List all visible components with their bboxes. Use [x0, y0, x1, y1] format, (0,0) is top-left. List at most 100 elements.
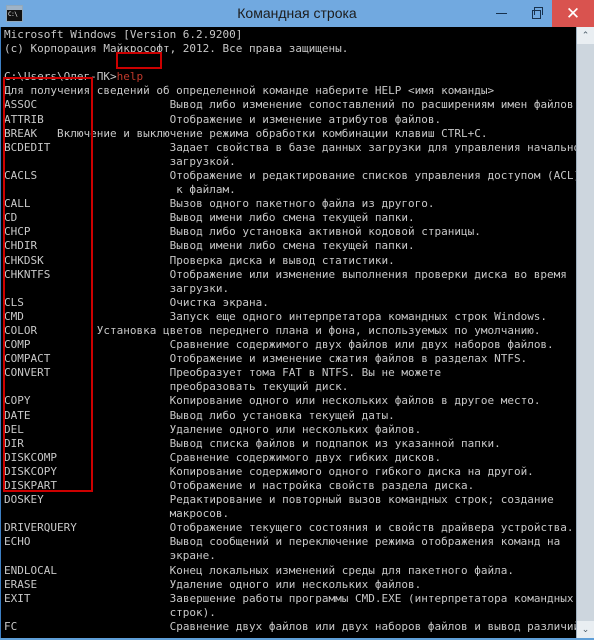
- command-row: COMPACT Отображение и изменение сжатия ф…: [4, 352, 576, 366]
- command-row: CLS Очистка экрана.: [4, 296, 576, 310]
- command-description: Установка цветов переднего плана и фона,…: [37, 323, 541, 337]
- command-description: Отображение текущего состояния и свойств…: [76, 521, 574, 535]
- command-row: DISKPART Отображение и настройка свойств…: [4, 479, 576, 493]
- command-prompt-window: C:\ Командная строка ✕ Microsoft Windows…: [0, 0, 594, 640]
- command-name: DIR: [4, 436, 24, 450]
- command-description: Редактирование и повторный вызов командн…: [43, 493, 554, 507]
- command-description-cont: к файлам.: [4, 183, 236, 197]
- command-row: EXIT Завершение работы программы CMD.EXE…: [4, 592, 576, 606]
- command-description: Удаление одного или нескольких файлов.: [23, 422, 422, 436]
- command-row: CACLS Отображение и редактирование списк…: [4, 169, 576, 183]
- command-description: Сравнение двух файлов или двух наборов ф…: [17, 619, 576, 633]
- restore-button[interactable]: [518, 0, 552, 27]
- command-row-continued: преобразовать текущий диск.: [4, 380, 576, 394]
- close-icon: ✕: [565, 4, 581, 23]
- command-row: BREAK Включение и выключение режима обра…: [4, 127, 576, 141]
- command-name: DISKPART: [4, 479, 57, 492]
- command-description: Сравнение содержимого двух файлов или дв…: [30, 338, 554, 352]
- command-row-continued: к файлам.: [4, 183, 576, 197]
- command-row: DEL Удаление одного или нескольких файло…: [4, 423, 576, 437]
- command-description: Завершение работы программы CMD.EXE (инт…: [30, 591, 574, 605]
- command-description: Отображение и изменение сжатия файлов в …: [50, 352, 528, 366]
- command-description: Вывод имени либо смена текущей папки.: [37, 239, 415, 253]
- scroll-down-button[interactable]: ⌄: [577, 621, 594, 638]
- banner-line: (c) Корпорация Майкрософт, 2012. Все пра…: [4, 42, 349, 56]
- command-row: CHKNTFS Отображение или изменение выполн…: [4, 268, 576, 282]
- window-titlebar[interactable]: C:\ Командная строка ✕: [0, 0, 594, 27]
- command-row: FC Сравнение двух файлов или двух наборо…: [4, 620, 576, 634]
- command-name: CD: [4, 211, 18, 225]
- scroll-up-button[interactable]: ⌃: [577, 27, 594, 44]
- command-description: Запуск еще одного интерпретатора командн…: [23, 309, 548, 323]
- command-description-cont: загрузкой.: [4, 154, 236, 168]
- command-name: DATE: [4, 408, 31, 422]
- command-description-cont: экране.: [4, 549, 216, 563]
- banner-line: Microsoft Windows [Version 6.2.9200]: [4, 28, 243, 41]
- command-description-cont: строк).: [4, 605, 216, 619]
- command-name: CLS: [4, 295, 24, 309]
- command-row: ATTRIB Отображение и изменение атрибутов…: [4, 113, 576, 127]
- close-button[interactable]: ✕: [552, 0, 594, 27]
- command-row: ASSOC Вывод либо изменение сопоставлений…: [4, 98, 576, 112]
- console-output-area[interactable]: Microsoft Windows [Version 6.2.9200] (c) …: [1, 27, 576, 638]
- window-controls: ✕: [484, 0, 594, 27]
- minimize-icon: [495, 13, 507, 14]
- typed-command: help: [116, 70, 144, 84]
- command-row-continued: макросов.: [4, 507, 576, 521]
- command-name: CHCP: [4, 225, 31, 239]
- command-name: CHDIR: [4, 239, 38, 253]
- command-name: CHKNTFS: [4, 267, 51, 281]
- command-description: Очистка экрана.: [23, 295, 269, 309]
- command-row: CHCP Вывод либо установка активной кодов…: [4, 225, 576, 239]
- command-row: DOSKEY Редактирование и повторный вызов …: [4, 493, 576, 507]
- command-name: COMP: [4, 338, 31, 352]
- command-name: CONVERT: [4, 366, 51, 380]
- command-description: Вывод списка файлов и подпапок из указан…: [23, 436, 501, 450]
- command-name: DRIVERQUERY: [4, 521, 77, 535]
- command-row: CHDIR Вывод имени либо смена текущей пап…: [4, 239, 576, 253]
- scrollbar-track[interactable]: [577, 44, 594, 621]
- command-description: Преобразует тома FAT в NTFS. Вы не может…: [50, 366, 442, 380]
- command-name: DOSKEY: [4, 493, 44, 507]
- command-description: Включение и выключение режима обработки …: [37, 126, 488, 140]
- command-description: Отображение или изменение выполнения про…: [50, 267, 567, 281]
- minimize-button[interactable]: [484, 0, 518, 27]
- command-name: CMD: [4, 309, 24, 323]
- chevron-up-icon: ⌃: [581, 30, 590, 40]
- command-row: DRIVERQUERY Отображение текущего состоян…: [4, 521, 576, 535]
- command-row: DIR Вывод списка файлов и подпапок из ук…: [4, 437, 576, 451]
- command-name: DISKCOMP: [4, 450, 57, 464]
- command-row: DISKCOPY Копирование содержимого одного …: [4, 465, 576, 479]
- command-name: CACLS: [4, 168, 38, 182]
- intro-line: Для получения сведений об определенной к…: [4, 84, 495, 98]
- command-row: BCDEDIT Задает свойства в базе данных за…: [4, 141, 576, 155]
- command-row: CMD Запуск еще одного интерпретатора ком…: [4, 310, 576, 324]
- command-name: ASSOC: [4, 98, 38, 112]
- terminal-text: Microsoft Windows [Version 6.2.9200] (c) …: [4, 28, 576, 638]
- command-row-continued: строк).: [4, 606, 576, 620]
- command-row: CALL Вызов одного пакетного файла из дру…: [4, 197, 576, 211]
- command-name: COPY: [4, 394, 31, 408]
- command-row: DISKCOMP Сравнение содержимого двух гибк…: [4, 451, 576, 465]
- command-row: ERASE Удаление одного или нескольких фай…: [4, 578, 576, 592]
- command-name: EXIT: [4, 591, 31, 605]
- command-description: Конец локальных изменений среды для паке…: [56, 563, 514, 577]
- command-description-cont: загрузки.: [4, 281, 230, 295]
- command-row: ECHO Вывод сообщений и переключение режи…: [4, 535, 576, 549]
- console-icon-text: C:\: [7, 10, 22, 21]
- command-description: Задает свойства в базе данных загрузки д…: [50, 140, 576, 154]
- command-row: COMP Сравнение содержимого двух файлов и…: [4, 338, 576, 352]
- vertical-scrollbar[interactable]: ⌃ ⌄: [576, 27, 594, 638]
- command-name: BREAK: [4, 126, 38, 140]
- command-description: Копирование одного или нескольких файлов…: [30, 394, 541, 408]
- command-description: Вывод либо изменение сопоставлений по ра…: [37, 98, 576, 112]
- command-row: CD Вывод имени либо смена текущей папки.: [4, 211, 576, 225]
- command-name: CALL: [4, 197, 31, 211]
- command-description: Сравнение содержимого двух гибких дисков…: [56, 450, 442, 464]
- command-description-cont: макросов.: [4, 507, 230, 521]
- command-name: FC: [4, 619, 18, 633]
- command-name: ATTRIB: [4, 112, 44, 126]
- command-row: COPY Копирование одного или нескольких ф…: [4, 394, 576, 408]
- command-description: Вывод имени либо смена текущей папки.: [17, 211, 415, 225]
